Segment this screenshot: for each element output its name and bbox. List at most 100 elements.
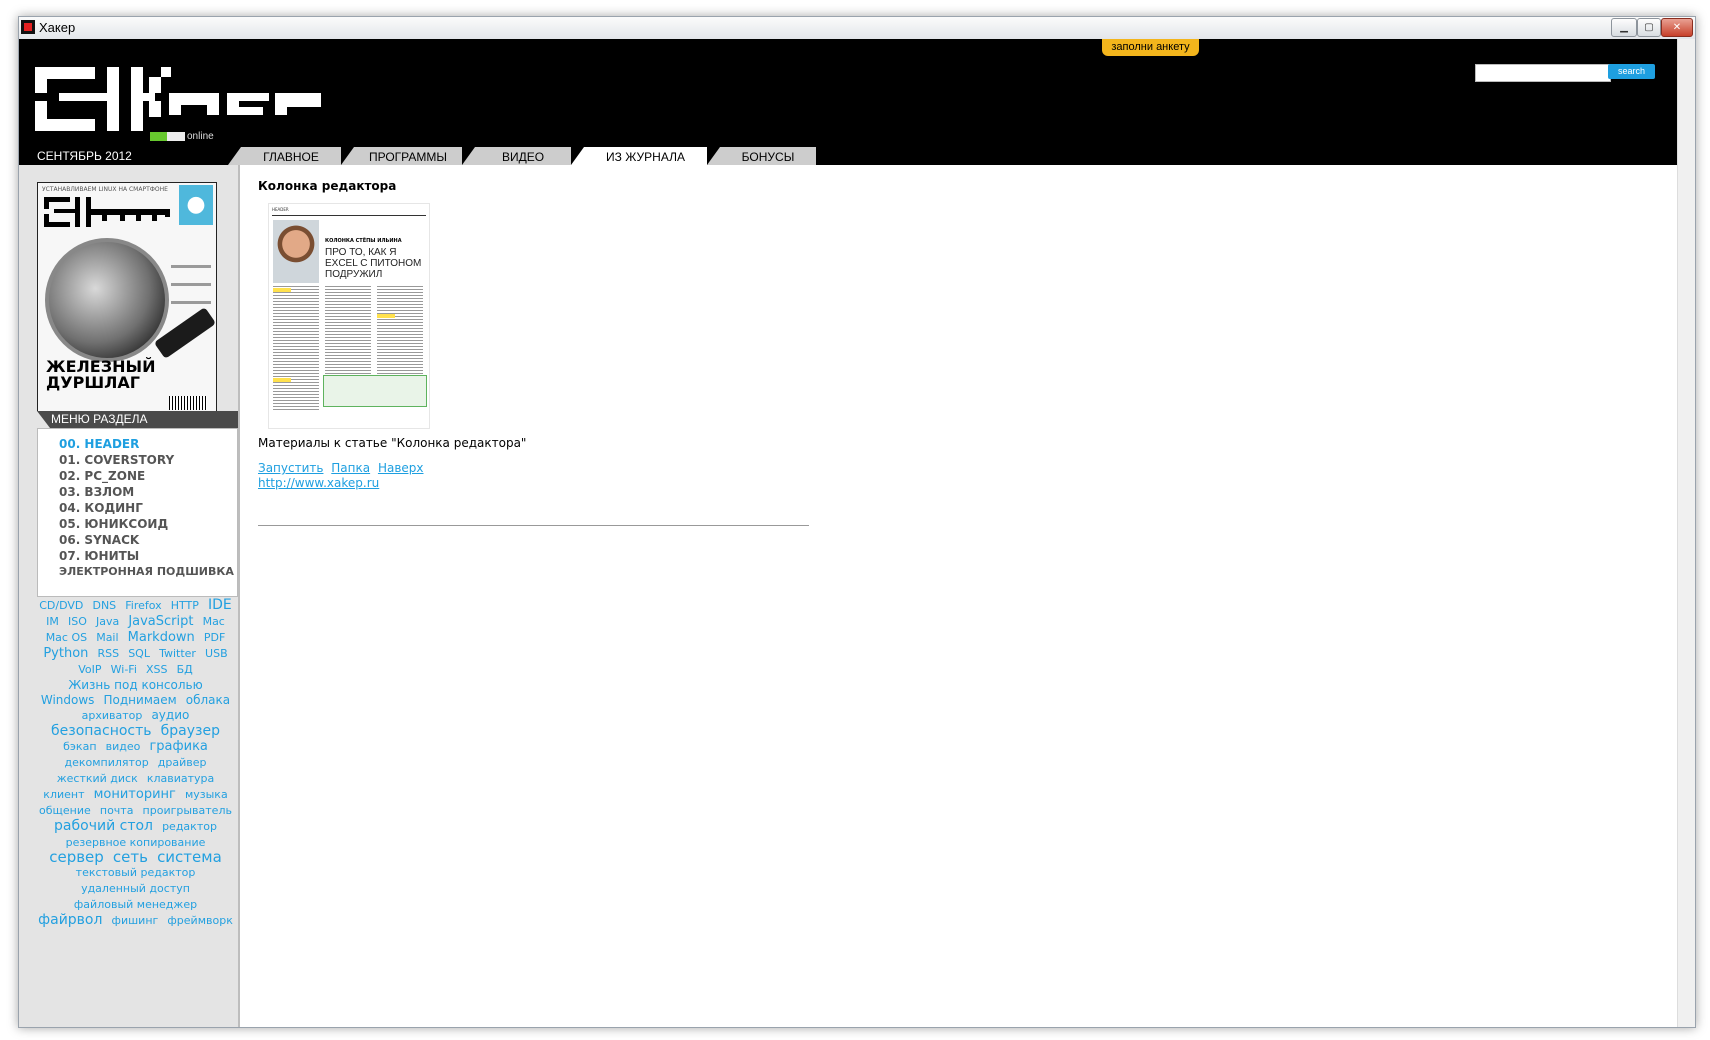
menu-item-units[interactable]: 07. ЮНИТЫ <box>59 549 139 563</box>
tag-link[interactable]: проигрыватель <box>143 804 232 818</box>
tag-link[interactable]: JavaScript <box>128 615 193 629</box>
title-bar: Хакер ▁ ▢ ✕ <box>19 17 1695 40</box>
tag-link[interactable]: драйвер <box>158 756 207 770</box>
vertical-scrollbar[interactable] <box>1677 39 1695 1027</box>
menu-item-pc-zone[interactable]: 02. PC_ZONE <box>59 469 145 483</box>
close-button[interactable]: ✕ <box>1661 18 1693 37</box>
author-photo <box>273 220 319 283</box>
menu-item-koding[interactable]: 04. КОДИНГ <box>59 501 143 515</box>
tag-cloud: CD/DVD DNS Firefox HTTP IDE IM ISO Java … <box>36 597 235 928</box>
tag-link[interactable]: Wi-Fi <box>111 663 137 677</box>
tag-link[interactable]: IDE <box>208 598 232 612</box>
tag-link[interactable]: облака <box>186 693 230 707</box>
tag-link[interactable]: Mail <box>96 631 118 645</box>
highlight-mark <box>273 378 291 382</box>
tag-link[interactable]: графика <box>149 740 207 754</box>
menu-item-vzlom[interactable]: 03. ВЗЛОМ <box>59 485 134 499</box>
tag-link[interactable]: безопасность <box>51 724 152 738</box>
apple-icon: ● <box>179 185 213 225</box>
sidebar: УСТАНАВЛИВАЕМ LINUX НА СМАРТФОНЕ ● ЖЕЛЕЗ… <box>19 165 240 1027</box>
tag-link[interactable]: ISO <box>68 615 87 629</box>
tag-link[interactable]: IM <box>46 615 59 629</box>
page-title: Колонка редактора <box>258 179 397 193</box>
tab-main[interactable]: ГЛАВНОЕ <box>228 147 341 165</box>
menu-item-coverstory[interactable]: 01. COVERSTORY <box>59 453 174 467</box>
tag-link[interactable]: бэкап <box>63 740 96 754</box>
article-thumbnail[interactable]: HEADER КОЛОНКА СТЁПЫ ИЛЬИНА ПРО ТО, КАК … <box>268 203 430 429</box>
thumbnail-section: HEADER <box>272 207 289 212</box>
tag-link[interactable]: фреймворк <box>167 914 232 928</box>
tag-link[interactable]: DNS <box>92 599 116 613</box>
minimize-button[interactable]: ▁ <box>1611 18 1637 37</box>
tab-bonuses[interactable]: БОНУСЫ <box>707 147 816 165</box>
tag-link[interactable]: файрвол <box>38 913 102 927</box>
text-column <box>273 286 319 411</box>
tag-link[interactable]: сервер <box>49 850 104 865</box>
maximize-button[interactable]: ▢ <box>1637 18 1661 37</box>
search-input[interactable] <box>1475 64 1611 82</box>
tag-link[interactable]: Жизнь под консолью <box>68 678 202 692</box>
tag-link[interactable]: Mac OS <box>46 631 87 645</box>
tag-link[interactable]: редактор <box>162 820 217 834</box>
tag-link[interactable]: видео <box>106 740 141 754</box>
file-links: Запустить Папка Наверх <box>258 461 428 475</box>
tag-link[interactable]: SQL <box>128 647 150 661</box>
tag-link[interactable]: HTTP <box>171 599 199 613</box>
site-url-link[interactable]: http://www.xakep.ru <box>258 476 379 490</box>
cover-side-text <box>171 265 211 268</box>
cover-headline: ЖЕЛЕЗНЫЙ ДУРШЛАГ <box>46 359 155 391</box>
tag-link[interactable]: CD/DVD <box>39 599 83 613</box>
tag-link[interactable]: удаленный доступ <box>81 882 190 896</box>
tag-link[interactable]: Python <box>43 647 88 661</box>
tag-link[interactable]: Markdown <box>128 631 195 645</box>
tag-link[interactable]: Mac <box>203 615 225 629</box>
tag-link[interactable]: система <box>157 850 222 865</box>
run-link[interactable]: Запустить <box>258 461 323 475</box>
tag-link[interactable]: Twitter <box>159 647 196 661</box>
xakep-logo[interactable] <box>35 67 335 137</box>
magazine-cover[interactable]: УСТАНАВЛИВАЕМ LINUX НА СМАРТФОНЕ ● ЖЕЛЕЗ… <box>37 182 217 417</box>
tag-link[interactable]: аудио <box>151 708 189 722</box>
tag-link[interactable]: фишинг <box>112 914 159 928</box>
search-button[interactable]: search <box>1608 64 1655 79</box>
folder-link[interactable]: Папка <box>331 461 370 475</box>
online-indicator-green <box>150 132 167 141</box>
tag-link[interactable]: почта <box>100 804 134 818</box>
tag-link[interactable]: декомпилятор <box>65 756 149 770</box>
menu-item-archive[interactable]: ЭЛЕКТРОННАЯ ПОДШИВКА <box>59 565 234 578</box>
tag-link[interactable]: Java <box>96 615 119 629</box>
tag-link[interactable]: клиент <box>43 788 84 802</box>
tag-link[interactable]: Поднимаем <box>104 693 177 707</box>
menu-item-header[interactable]: 00. HEADER <box>59 437 139 451</box>
tag-link[interactable]: браузер <box>161 724 220 738</box>
tag-link[interactable]: Windows <box>41 693 95 707</box>
tag-link[interactable]: XSS <box>146 663 168 677</box>
tab-from-magazine[interactable]: ИЗ ЖУРНАЛА <box>571 147 707 165</box>
menu-item-unixoid[interactable]: 05. ЮНИКСОИД <box>59 517 168 531</box>
tag-link[interactable]: USB <box>205 647 228 661</box>
tag-link[interactable]: файловый менеджер <box>74 898 197 912</box>
up-link[interactable]: Наверх <box>378 461 424 475</box>
spreadsheet-screenshot <box>323 375 427 407</box>
menu-item-synack[interactable]: 06. SYNACK <box>59 533 139 547</box>
cover-topline: УСТАНАВЛИВАЕМ LINUX НА СМАРТФОНЕ <box>42 186 168 193</box>
tag-link[interactable]: VoIP <box>78 663 101 677</box>
tag-link[interactable]: клавиатура <box>147 772 214 786</box>
materials-text: Материалы к статье "Колонка редактора" <box>258 436 527 450</box>
tag-link[interactable]: архиватор <box>82 709 143 723</box>
highlight-mark <box>273 288 291 292</box>
tag-link[interactable]: сеть <box>113 850 148 865</box>
tag-link[interactable]: текстовый редактор <box>76 866 196 880</box>
tag-link[interactable]: PDF <box>204 631 225 645</box>
tag-link[interactable]: Firefox <box>125 599 161 613</box>
tag-link[interactable]: музыка <box>185 788 228 802</box>
tag-link[interactable]: общение <box>39 804 91 818</box>
survey-button[interactable]: заполни анкету <box>1102 39 1199 56</box>
tag-link[interactable]: БД <box>177 663 193 677</box>
tag-link[interactable]: RSS <box>98 647 120 661</box>
tag-link[interactable]: жесткий диск <box>57 772 138 786</box>
tag-link[interactable]: рабочий стол <box>54 819 153 833</box>
tab-programs[interactable]: ПРОГРАММЫ <box>341 147 462 165</box>
tag-link[interactable]: мониторинг <box>94 788 176 802</box>
tab-video[interactable]: ВИДЕО <box>462 147 571 165</box>
